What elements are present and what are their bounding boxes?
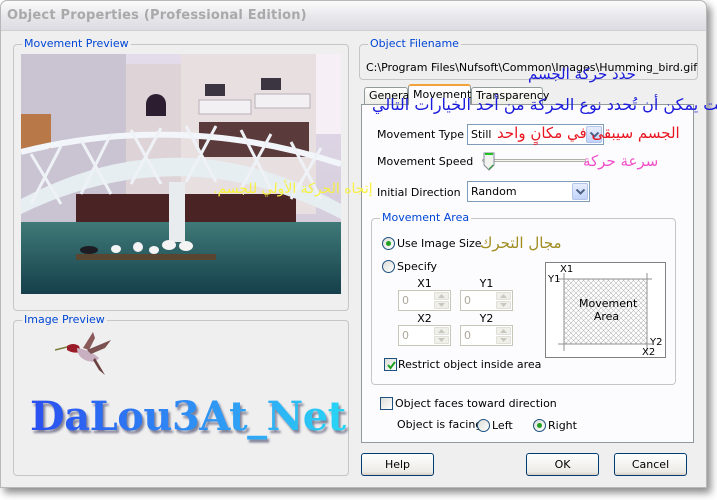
y1-value: 0 [464,294,471,307]
bridge-photo [21,54,341,294]
x2-label: X2 [417,312,432,325]
y1-increment-button[interactable] [496,292,511,300]
facing-left-radio[interactable] [477,419,490,432]
annotation-speed: سرعة حركة [583,152,659,170]
restrict-inside-area-label[interactable]: Restrict object inside area [398,358,541,371]
facing-right-label[interactable]: Right [548,419,577,432]
x2-value: 0 [402,329,409,342]
x2-decrement-button[interactable] [434,336,449,344]
arrow-down-icon [500,338,507,342]
movement-preview-image [21,54,341,294]
watermark-text: DaLou3At_Net [30,393,346,440]
checkmark-icon [387,361,396,370]
faces-toward-direction-checkbox[interactable] [380,397,393,410]
hummingbird-image [55,332,111,375]
x2-increment-button[interactable] [434,327,449,335]
movement-type-value: Still [471,128,492,141]
movement-type-label: Movement Type [377,128,465,141]
window-title: Object Properties (Professional Edition) [7,8,307,23]
restrict-inside-area-checkbox[interactable] [384,358,397,371]
annotation-stays-still: الجسم سيبقى في مكانٍ واحد [497,124,680,142]
specify-radio[interactable] [382,260,395,273]
x1-value: 0 [402,294,409,307]
image-preview-label: Image Preview [22,313,107,327]
initial-direction-dropdown-button[interactable] [572,183,588,200]
initial-direction-label: Initial Direction [377,186,461,199]
movement-speed-slider-track[interactable] [482,159,586,162]
movement-preview-label: Movement Preview [22,37,131,51]
arrow-up-icon [500,294,507,298]
arrow-down-icon [438,338,445,342]
movement-area-label: Movement Area [380,211,472,225]
x1-decrement-button[interactable] [434,301,449,309]
movement-speed-label: Movement Speed [377,155,474,168]
annotation-choose-type: أنت يمكن أن تُحدد نوع الحركة من أحد الخي… [372,95,717,114]
movement-speed-slider-thumb[interactable] [483,152,495,171]
y1-label: Y1 [479,277,494,290]
annotation-movement-area: مجال التحرك [480,234,562,252]
annotation-initial-direction: إتجاه الحركة الأولي للجسم. [213,181,373,197]
object-is-facing-label: Object is facing [397,418,483,431]
specify-label[interactable]: Specify [397,260,437,273]
title-bar[interactable]: Object Properties (Professional Edition) [1,1,706,31]
x1-increment-button[interactable] [434,292,449,300]
y2-label: Y2 [479,312,494,325]
arrow-down-icon [500,303,507,307]
y1-spinbox[interactable]: 0 [460,290,513,311]
use-image-size-radio[interactable] [382,237,395,250]
cancel-button[interactable]: Cancel [614,453,687,476]
help-button[interactable]: Help [361,453,434,476]
arrow-up-icon [500,329,507,333]
x1-label: X1 [417,277,432,290]
y2-increment-button[interactable] [496,327,511,335]
y2-spinbox[interactable]: 0 [460,325,513,346]
chevron-down-icon [576,189,585,195]
arrow-up-icon [438,294,445,298]
diagram-y1-label: Y1 [548,274,561,285]
use-image-size-label[interactable]: Use Image Size [397,237,482,250]
facing-right-radio[interactable] [533,419,546,432]
y2-value: 0 [464,329,471,342]
initial-direction-value: Random [471,185,517,198]
diagram-x2-label: X2 [642,347,656,358]
y2-decrement-button[interactable] [496,336,511,344]
ok-button[interactable]: OK [526,453,599,476]
object-filename-label: Object Filename [368,37,461,51]
x2-spinbox[interactable]: 0 [398,325,451,346]
initial-direction-select[interactable]: Random [467,181,590,202]
facing-left-label[interactable]: Left [492,419,513,432]
diagram-x1-label: X1 [560,264,574,275]
diagram-center-line2: Area [593,310,620,323]
diagram-center-line1: Movement [579,297,638,310]
arrow-up-icon [438,329,445,333]
arrow-down-icon [438,303,445,307]
movement-area-diagram: X1 Y1 Y2 X2 Movement Area [545,262,666,358]
x1-spinbox[interactable]: 0 [398,290,451,311]
y1-decrement-button[interactable] [496,301,511,309]
annotation-choose-movement: حدد حركة الجسم [528,65,636,83]
faces-toward-direction-label[interactable]: Object faces toward direction [395,397,557,410]
